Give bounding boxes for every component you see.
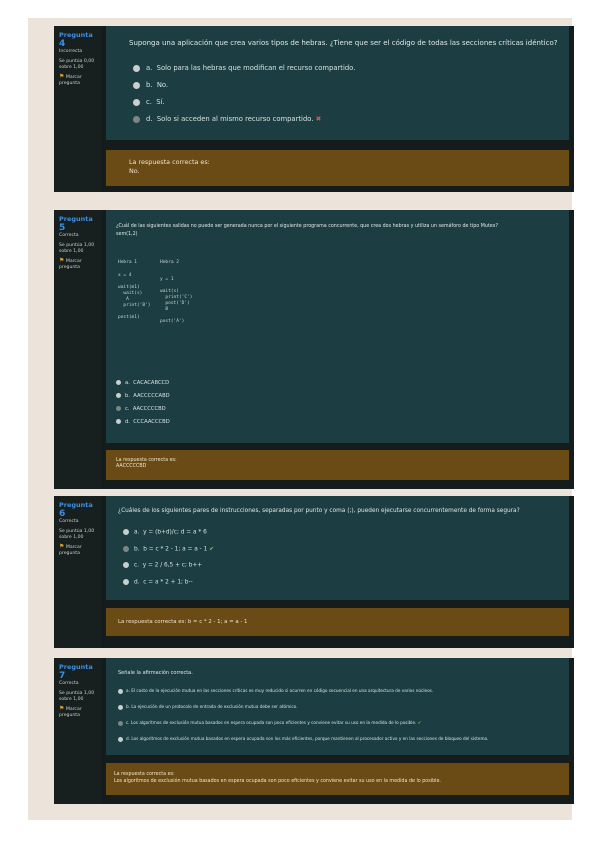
question-number: Pregunta 7 bbox=[59, 663, 93, 681]
radio-button-selected[interactable] bbox=[118, 720, 123, 726]
question-number: Pregunta 5 bbox=[59, 215, 93, 233]
question-content: ¿Cuáles de los siguientes pares de instr… bbox=[106, 496, 569, 600]
flag-icon: ⚑ bbox=[59, 705, 65, 712]
question-number: Pregunta 4 bbox=[59, 31, 93, 49]
flag-question-link[interactable]: ⚑ Marcar pregunta bbox=[59, 74, 101, 87]
question-score-max: sobre 1,00 bbox=[59, 65, 84, 70]
feedback-text: La respuesta correcta es: b = c * 2 - 1;… bbox=[118, 619, 248, 625]
radio-button[interactable] bbox=[133, 98, 140, 106]
radio-button[interactable] bbox=[116, 380, 121, 385]
radio-button[interactable] bbox=[133, 81, 140, 89]
hebra2-code: y = 1 wait(s) print('C') post('D') B pos… bbox=[160, 277, 193, 324]
answer-option-d[interactable]: d. c = a * 2 + 1; b-- bbox=[123, 579, 193, 586]
radio-button[interactable] bbox=[118, 704, 123, 710]
hebra2-title: Hebra 2 bbox=[160, 260, 179, 265]
question-score-max: sobre 1,00 bbox=[59, 535, 84, 540]
flag-icon: ⚑ bbox=[59, 257, 65, 264]
flag-question-link[interactable]: ⚑ Marcar pregunta bbox=[59, 258, 101, 271]
feedback-answer: No. bbox=[129, 167, 140, 175]
hebra1-title: Hebra 1 bbox=[118, 260, 137, 265]
radio-button[interactable] bbox=[123, 529, 129, 535]
flag-icon: ⚑ bbox=[59, 73, 65, 80]
flag-icon: ⚑ bbox=[59, 543, 65, 550]
question-status: Incorrecta bbox=[59, 49, 83, 54]
question-info: Pregunta 5 Correcta Se puntúa 1,00 sobre… bbox=[54, 210, 101, 489]
question-card-6: Pregunta 6 Correcta Se puntúa 1,00 sobre… bbox=[54, 496, 574, 648]
answer-option-c[interactable]: c. Sí. bbox=[133, 98, 165, 106]
question-subtext: sem(1,2) bbox=[116, 232, 138, 237]
flag-question-link[interactable]: ⚑ Marcar pregunta bbox=[59, 544, 101, 557]
answer-option-d[interactable]: d. Solo si acceden al mismo recurso comp… bbox=[133, 115, 321, 123]
radio-button-selected[interactable] bbox=[116, 406, 121, 411]
question-text: ¿Cuál de las siguientes salidas no puede… bbox=[116, 224, 499, 229]
question-content: Señale la afirmación correcta. a. El cos… bbox=[106, 658, 569, 755]
flag-question-link[interactable]: ⚑ Marcar pregunta bbox=[59, 706, 101, 719]
radio-button[interactable] bbox=[123, 562, 129, 568]
check-icon: ✔ bbox=[417, 720, 422, 725]
question-score-max: sobre 1,00 bbox=[59, 697, 84, 702]
answer-option-d[interactable]: d. Los algoritmos de exclusión mutua bas… bbox=[118, 736, 488, 742]
question-score-max: sobre 1,00 bbox=[59, 249, 84, 254]
question-text: ¿Cuáles de los siguientes pares de instr… bbox=[118, 508, 520, 514]
answer-option-a[interactable]: a. Solo para las hebras que modifican el… bbox=[133, 64, 355, 72]
radio-button-selected[interactable] bbox=[123, 546, 129, 552]
radio-button-selected[interactable] bbox=[133, 115, 140, 123]
question-info: Pregunta 6 Correcta Se puntúa 1,00 sobre… bbox=[54, 496, 101, 648]
answer-option-b[interactable]: b. b = c * 2 - 1; a = a - 1 ✔ bbox=[123, 546, 214, 553]
question-card-7: Pregunta 7 Correcta Se puntúa 1,00 sobre… bbox=[54, 658, 574, 804]
answer-option-c[interactable]: c. Los algoritmos de exclusión mutua bas… bbox=[118, 720, 421, 726]
radio-button[interactable] bbox=[133, 64, 140, 72]
feedback-box: La respuesta correcta es: No. bbox=[106, 150, 569, 186]
answer-option-b[interactable]: b. No. bbox=[133, 81, 168, 89]
answer-option-b[interactable]: b. AACCCCCABD bbox=[116, 393, 170, 399]
question-info: Pregunta 4 Incorrecta Se puntúa 0,00 sob… bbox=[54, 26, 101, 192]
radio-button[interactable] bbox=[118, 736, 123, 742]
hebra1-code: x = 4 wait(m1) wait(s) A print('B') post… bbox=[118, 273, 151, 320]
feedback-box: La respuesta correcta es: b = c * 2 - 1;… bbox=[106, 608, 569, 636]
question-card-5: Pregunta 5 Correcta Se puntúa 1,00 sobre… bbox=[54, 210, 574, 489]
question-number: Pregunta 6 bbox=[59, 501, 93, 519]
feedback-box: La respuesta correcta es: Los algoritmos… bbox=[106, 763, 569, 795]
question-status: Correcta bbox=[59, 233, 79, 238]
feedback-answer: Los algoritmos de exclusión mutua basado… bbox=[114, 778, 441, 784]
answer-option-a[interactable]: a. CACACABCCD bbox=[116, 380, 169, 386]
answer-option-a[interactable]: a. El costo de la ejecución mutua en las… bbox=[118, 688, 433, 694]
feedback-answer: AACCCCCBD bbox=[116, 464, 147, 469]
check-icon: ✔ bbox=[209, 546, 214, 553]
question-status: Correcta bbox=[59, 681, 79, 686]
feedback-label: La respuesta correcta es: bbox=[129, 158, 210, 166]
answer-option-b[interactable]: b. La ejecución de un protocolo de entra… bbox=[118, 704, 297, 710]
radio-button[interactable] bbox=[123, 579, 129, 585]
quiz-review-page: Pregunta 4 Incorrecta Se puntúa 0,00 sob… bbox=[28, 18, 574, 820]
question-status: Correcta bbox=[59, 519, 79, 524]
question-content: ¿Cuál de las siguientes salidas no puede… bbox=[106, 210, 569, 443]
radio-button[interactable] bbox=[118, 688, 123, 694]
cross-icon: ✖ bbox=[315, 115, 322, 123]
radio-button[interactable] bbox=[116, 393, 121, 398]
question-text: Suponga una aplicación que crea varios t… bbox=[129, 39, 558, 47]
answer-option-a[interactable]: a. y = (b+d)/c; d = a * 6 bbox=[123, 529, 207, 536]
answer-option-c[interactable]: c. AACCCCCBD bbox=[116, 406, 166, 412]
question-content: Suponga una aplicación que crea varios t… bbox=[106, 26, 569, 140]
question-card-4: Pregunta 4 Incorrecta Se puntúa 0,00 sob… bbox=[54, 26, 574, 192]
question-text: Señale la afirmación correcta. bbox=[118, 670, 193, 676]
question-info: Pregunta 7 Correcta Se puntúa 1,00 sobre… bbox=[54, 658, 101, 804]
answer-option-d[interactable]: d. CCCAACCCBD bbox=[116, 419, 170, 425]
radio-button[interactable] bbox=[116, 419, 121, 424]
answer-option-c[interactable]: c. y = 2 / 6,5 + c; b++ bbox=[123, 562, 202, 569]
feedback-box: La respuesta correcta es: AACCCCCBD bbox=[106, 450, 569, 480]
